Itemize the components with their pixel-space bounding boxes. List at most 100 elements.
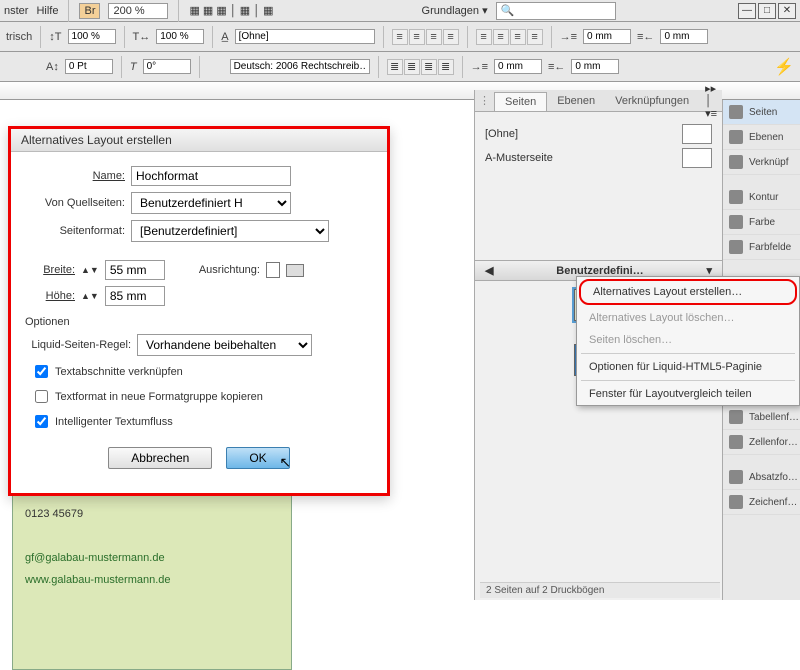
width-input[interactable] — [105, 260, 165, 280]
chk-copy-styles[interactable] — [35, 390, 48, 403]
ok-button[interactable]: OK↖ — [226, 447, 289, 469]
charstyle-icon — [729, 495, 743, 509]
business-card-doc: 0123 45679 gf@galabau-mustermann.de www.… — [12, 490, 292, 670]
side-farbfelde[interactable]: Farbfelde — [723, 235, 800, 260]
ctx-liquid-options[interactable]: Optionen für Liquid-HTML5-Paginie — [577, 356, 799, 378]
menu-fenster[interactable]: nster — [4, 5, 28, 17]
chk1-label: Textabschnitte verknüpfen — [55, 366, 183, 378]
liquid-select[interactable]: Vorhandene beibehalten — [137, 334, 312, 356]
side-absatzfo[interactable]: Absatzfo… — [723, 465, 800, 490]
indent-4[interactable] — [571, 59, 619, 74]
align-group-1[interactable]: ≡≡≡≡ — [392, 29, 459, 45]
stroke-icon — [729, 190, 743, 204]
alt-layout-dialog: Alternatives Layout erstellen Name: Von … — [8, 126, 390, 496]
dialog-title: Alternatives Layout erstellen — [11, 129, 387, 152]
tab-seiten[interactable]: Seiten — [494, 92, 547, 111]
links-icon — [729, 155, 743, 169]
source-label: Von Quellseiten: — [25, 197, 125, 209]
skew-value[interactable] — [143, 59, 191, 74]
zoom-level[interactable]: 200 % — [108, 3, 168, 19]
pages-icon — [729, 105, 743, 119]
web-text: www.galabau-mustermann.de — [25, 569, 279, 591]
t-width-icon[interactable]: T↔ — [133, 31, 151, 43]
email-text: gf@galabau-mustermann.de — [25, 547, 279, 569]
side-zeichenf[interactable]: Zeichenf… — [723, 490, 800, 515]
color-icon — [729, 215, 743, 229]
orient-label: Ausrichtung: — [199, 264, 260, 276]
indent-3[interactable] — [494, 59, 542, 74]
ctx-create-alt-layout[interactable]: Alternatives Layout erstellen… — [579, 279, 797, 305]
ctx-delete-pages: Seiten löschen… — [577, 329, 799, 351]
height-label: Höhe: — [25, 290, 75, 302]
align-group-2[interactable]: ≡≡≡≡ — [476, 29, 543, 45]
control-strip-1: trisch ↕T T↔ A̲ ≡≡≡≡ ≡≡≡≡ →≡ ≡← — [0, 22, 800, 52]
tt-icon[interactable]: ↕T — [49, 31, 61, 43]
portrait-icon[interactable] — [266, 262, 280, 278]
cursor-icon: ↖ — [279, 454, 291, 471]
cellstyle-icon — [729, 435, 743, 449]
phone-number: 0123 45679 — [25, 503, 279, 525]
name-input[interactable] — [131, 166, 291, 186]
leading-icon[interactable]: A↕ — [46, 61, 59, 73]
format-select[interactable]: [Benutzerdefiniert] — [131, 220, 329, 242]
br-badge[interactable]: Br — [79, 3, 100, 19]
collapse-icon[interactable]: ▸▸ │ ▾≡ — [699, 82, 723, 120]
tab-verk[interactable]: Verknüpfungen — [605, 92, 699, 110]
landscape-icon[interactable] — [286, 264, 304, 277]
skew-icon[interactable]: T — [130, 61, 137, 73]
char-style[interactable] — [235, 29, 375, 44]
minimize-button[interactable]: — — [738, 3, 756, 19]
indent-1[interactable] — [583, 29, 631, 44]
indent-2[interactable] — [660, 29, 708, 44]
menu-hilfe[interactable]: Hilfe — [36, 5, 58, 17]
side-tabellenf[interactable]: Tabellenf… — [723, 405, 800, 430]
side-farbe[interactable]: Farbe — [723, 210, 800, 235]
options-heading: Optionen — [25, 316, 373, 328]
close-button[interactable]: ✕ — [778, 3, 796, 19]
side-verk[interactable]: Verknüpf — [723, 150, 800, 175]
chk2-label: Textformat in neue Formatgruppe kopieren — [55, 391, 263, 403]
chk-smart-reflow[interactable] — [35, 415, 48, 428]
side-ebenen[interactable]: Ebenen — [723, 125, 800, 150]
tablestyle-icon — [729, 410, 743, 424]
width-label: Breite: — [25, 264, 75, 276]
panel-tabs: ⋮ Seiten Ebenen Verknüpfungen ▸▸ │ ▾≡ — [475, 90, 722, 112]
side-zellenfor[interactable]: Zellenfor… — [723, 430, 800, 455]
search-icon: 🔍 — [501, 4, 515, 17]
side-kontur[interactable]: Kontur — [723, 185, 800, 210]
leading-value[interactable] — [65, 59, 113, 74]
control-strip-2: A↕ T ≣≣≣≣ →≡ ≡← ⚡ — [0, 52, 800, 82]
language-select[interactable] — [230, 59, 370, 74]
font-size-2[interactable] — [156, 29, 204, 44]
layers-icon — [729, 130, 743, 144]
master-amust[interactable]: A-Musterseite — [485, 148, 712, 168]
a-underline-icon[interactable]: A̲ — [221, 31, 228, 43]
source-select[interactable]: Benutzerdefiniert H — [131, 192, 291, 214]
panel-options-icon[interactable]: ⋮ — [475, 94, 494, 107]
height-input[interactable] — [105, 286, 165, 306]
context-menu: Alternatives Layout erstellen… Alternati… — [576, 276, 800, 406]
ctx-delete-alt-layout: Alternatives Layout löschen… — [577, 307, 799, 329]
trisch-label: trisch — [6, 31, 32, 43]
view-icons[interactable]: ▦ ▦ ▦ │ ▦ │ ▦ — [189, 4, 273, 17]
tab-ebenen[interactable]: Ebenen — [547, 92, 605, 110]
justify-group[interactable]: ≣≣≣≣ — [387, 59, 454, 75]
side-seiten[interactable]: Seiten — [723, 100, 800, 125]
search-input[interactable]: 🔍 — [496, 2, 616, 20]
chk-link-text[interactable] — [35, 365, 48, 378]
format-label: Seitenformat: — [25, 225, 125, 237]
swatches-icon — [729, 240, 743, 254]
pages-status-bar: 2 Seiten auf 2 Druckbögen — [480, 582, 720, 598]
lightning-icon[interactable]: ⚡ — [774, 57, 794, 77]
master-pages-list: [Ohne] A-Musterseite — [475, 112, 722, 180]
master-ohne[interactable]: [Ohne] — [485, 124, 712, 144]
liquid-label: Liquid-Seiten-Regel: — [19, 339, 131, 351]
maximize-button[interactable]: □ — [758, 3, 776, 19]
font-size-1[interactable] — [68, 29, 116, 44]
workspace-selector[interactable]: Grundlagen ▾ — [422, 4, 488, 17]
menu-bar: nster Hilfe Br 200 % ▦ ▦ ▦ │ ▦ │ ▦ Grund… — [0, 0, 800, 22]
cancel-button[interactable]: Abbrechen — [108, 447, 212, 469]
chk3-label: Intelligenter Textumfluss — [55, 416, 173, 428]
name-label: Name: — [25, 170, 125, 182]
ctx-split-window[interactable]: Fenster für Layoutvergleich teilen — [577, 383, 799, 405]
